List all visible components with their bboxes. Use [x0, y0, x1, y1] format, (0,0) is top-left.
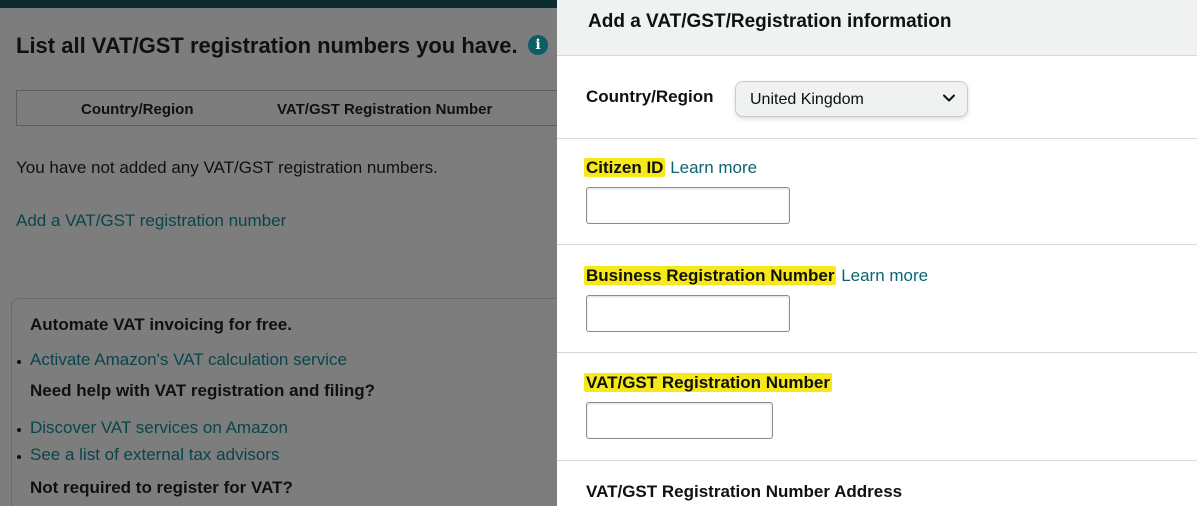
modal-title: Add a VAT/GST/Registration information — [588, 11, 952, 32]
column-header-country: Country/Region — [81, 101, 194, 118]
column-header-vat-number: VAT/GST Registration Number — [277, 101, 493, 118]
business-registration-number-input[interactable] — [586, 295, 790, 332]
info-icon[interactable]: i — [528, 35, 548, 55]
empty-state-message: You have not added any VAT/GST registrat… — [16, 158, 438, 177]
section-divider — [557, 352, 1197, 353]
vat-gst-registration-number-label: VAT/GST Registration Number — [584, 373, 833, 392]
business-reg-learn-more-link[interactable]: Learn more — [841, 266, 928, 285]
vat-help-box: Automate VAT invoicing for free. Activat… — [11, 298, 557, 506]
external-tax-advisors-link[interactable]: See a list of external tax advisors — [30, 445, 279, 465]
chevron-down-icon — [943, 94, 955, 102]
top-nav-bar — [0, 0, 557, 8]
bullet-icon — [17, 428, 21, 432]
help-heading-not-required: Not required to register for VAT? — [30, 478, 293, 497]
bullet-icon — [17, 360, 21, 364]
country-region-select[interactable]: United Kingdom — [735, 81, 968, 117]
help-heading-registration: Need help with VAT registration and fili… — [30, 381, 376, 400]
activate-vat-calculation-link[interactable]: Activate Amazon's VAT calculation servic… — [30, 350, 347, 370]
business-reg-label-row: Business Registration Number Learn more — [584, 266, 928, 286]
background-page: List all VAT/GST registration numbers yo… — [0, 0, 557, 506]
section-divider — [557, 138, 1197, 139]
registration-table-header: Country/Region VAT/GST Registration Numb… — [16, 90, 557, 126]
citizen-id-learn-more-link[interactable]: Learn more — [670, 158, 757, 177]
section-divider — [557, 244, 1197, 245]
vat-number-label-row: VAT/GST Registration Number — [584, 373, 833, 393]
country-selected-value: United Kingdom — [750, 91, 864, 108]
modal-header: Add a VAT/GST/Registration information — [557, 0, 1197, 56]
help-heading-automate: Automate VAT invoicing for free. — [30, 315, 292, 334]
country-region-label: Country/Region — [586, 87, 714, 106]
add-vat-number-link[interactable]: Add a VAT/GST registration number — [16, 211, 286, 231]
section-divider — [557, 460, 1197, 461]
add-vat-modal: Add a VAT/GST/Registration information C… — [557, 0, 1197, 506]
discover-vat-services-link[interactable]: Discover VAT services on Amazon — [30, 418, 288, 438]
vat-number-address-label: VAT/GST Registration Number Address — [586, 482, 903, 501]
page-title: List all VAT/GST registration numbers yo… — [16, 33, 518, 58]
business-registration-number-label: Business Registration Number — [584, 266, 837, 285]
citizen-id-label-row: Citizen ID Learn more — [584, 158, 757, 178]
citizen-id-input[interactable] — [586, 187, 790, 224]
bullet-icon — [17, 455, 21, 459]
vat-gst-registration-number-input[interactable] — [586, 402, 773, 439]
citizen-id-label: Citizen ID — [584, 158, 666, 177]
